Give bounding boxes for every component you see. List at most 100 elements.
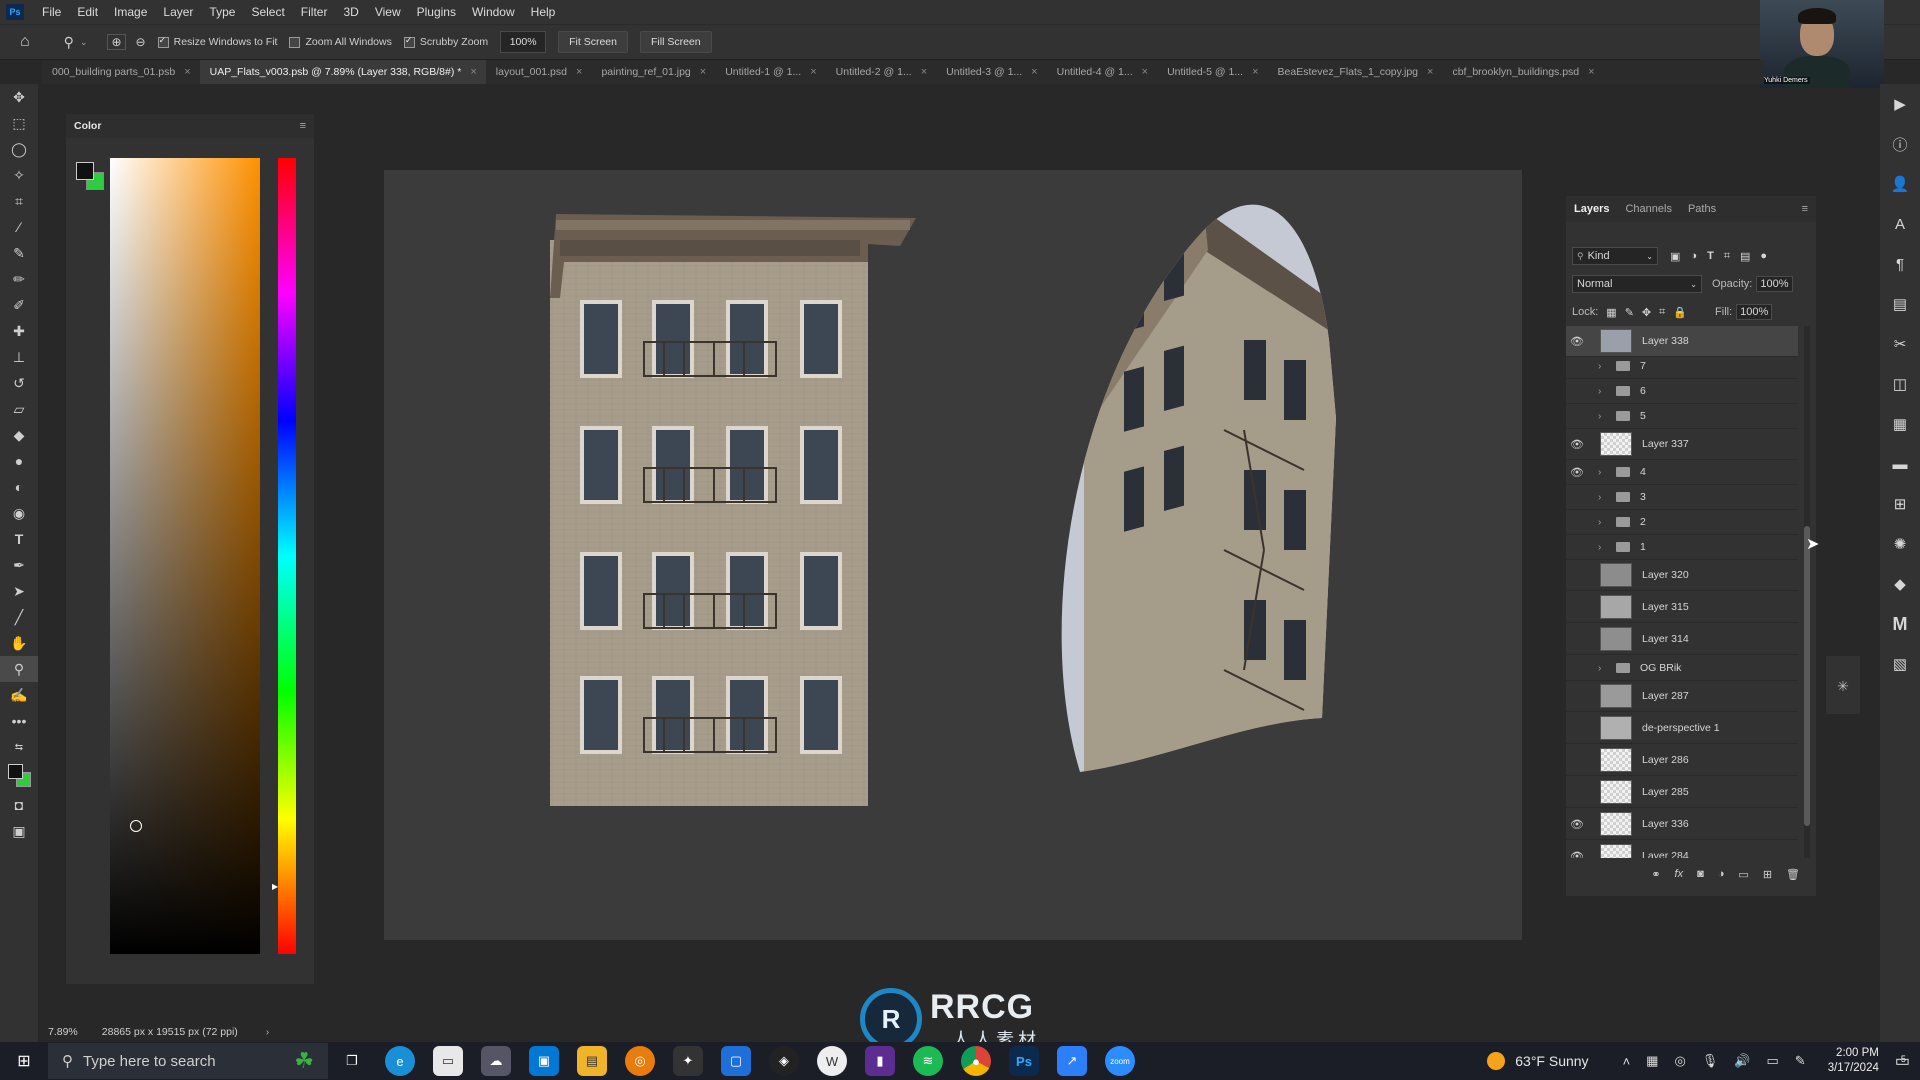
zoom-level[interactable]: 7.89% xyxy=(48,1026,78,1038)
network-icon[interactable]: ▭ xyxy=(1767,1053,1779,1069)
screen-mode-icon[interactable]: ▣ xyxy=(0,818,38,844)
filter-shape-icon[interactable]: ⌗ xyxy=(1724,250,1730,263)
link-layers-icon[interactable]: ⚭ xyxy=(1651,868,1660,881)
chevron-right-icon[interactable]: › xyxy=(1598,663,1612,674)
table-icon[interactable]: ⊞ xyxy=(1880,484,1920,524)
group-row[interactable]: › 3 xyxy=(1566,485,1798,510)
chevron-right-icon[interactable]: › xyxy=(1598,411,1612,422)
lock-transparency-icon[interactable]: ▦ xyxy=(1606,306,1616,319)
layer-row[interactable]: Layer 285 xyxy=(1566,777,1798,808)
menu-filter[interactable]: Filter xyxy=(293,5,336,19)
close-icon[interactable]: × xyxy=(1031,66,1037,78)
tab-doc-7[interactable]: Untitled-4 @ 1... × xyxy=(1047,60,1157,84)
layer-row[interactable]: 👁 Layer 337 xyxy=(1566,429,1798,460)
panel-menu-icon[interactable]: ≡ xyxy=(1802,203,1808,215)
filter-pixel-icon[interactable]: ▣ xyxy=(1670,250,1680,263)
group-row[interactable]: › 7 xyxy=(1566,354,1798,379)
zoom-in-icon[interactable]: ⊕ xyxy=(107,34,126,50)
canvas-artboard[interactable] xyxy=(384,170,1522,940)
chevron-right-icon[interactable]: › xyxy=(1598,467,1612,478)
color-sampler-icon[interactable]: ✍ xyxy=(0,682,38,708)
purple-app-icon[interactable]: ▮ xyxy=(865,1046,895,1076)
swap-colors-icon[interactable]: ⇆ xyxy=(0,734,38,760)
kind-filter-select[interactable]: ⚲ Kind ⌄ xyxy=(1572,247,1658,265)
chevron-down-icon[interactable]: ⌄ xyxy=(80,37,88,48)
group-row[interactable]: › 6 xyxy=(1566,379,1798,404)
app-w-icon[interactable]: W xyxy=(817,1046,847,1076)
saturation-value-field[interactable] xyxy=(110,158,260,954)
menu-view[interactable]: View xyxy=(367,5,409,19)
tools-icon[interactable]: ✂ xyxy=(1880,324,1920,364)
layer-row[interactable]: Layer 314 xyxy=(1566,624,1798,655)
brightness-icon[interactable]: ✳ xyxy=(1826,678,1860,695)
brush-tool-icon[interactable]: ✎ xyxy=(0,240,38,266)
edge-icon[interactable]: e xyxy=(385,1046,415,1076)
close-icon[interactable]: × xyxy=(576,66,582,78)
microphone-icon[interactable]: 🎙 xyxy=(1702,1053,1719,1069)
type-tool-icon[interactable]: T xyxy=(0,526,38,552)
image-icon[interactable]: ▧ xyxy=(1880,644,1920,684)
visibility-eye-icon[interactable]: 👁 xyxy=(1566,850,1588,859)
blur-tool-icon[interactable]: ● xyxy=(0,448,38,474)
hue-slider[interactable] xyxy=(278,158,296,954)
path-selection-tool-icon[interactable]: ➤ xyxy=(0,578,38,604)
notepad-icon[interactable]: ▭ xyxy=(433,1046,463,1076)
zoom-tool-icon[interactable]: ⚲ xyxy=(64,34,74,51)
visibility-eye-icon[interactable]: 👁 xyxy=(1566,335,1588,348)
lasso-tool-icon[interactable]: ◯ xyxy=(0,136,38,162)
chevron-right-icon[interactable]: › xyxy=(1598,542,1612,553)
store-icon[interactable]: ▣ xyxy=(529,1046,559,1076)
zoom-tool-icon[interactable]: ⚲ xyxy=(0,656,38,682)
menu-3d[interactable]: 3D xyxy=(335,5,366,19)
filter-toggle-icon[interactable]: ● xyxy=(1760,250,1767,262)
close-icon[interactable]: × xyxy=(1252,66,1258,78)
layer-row[interactable]: Layer 286 xyxy=(1566,745,1798,776)
close-icon[interactable]: × xyxy=(700,66,706,78)
close-icon[interactable]: × xyxy=(810,66,816,78)
notes-icon[interactable]: ▤ xyxy=(1880,284,1920,324)
filter-adjustment-icon[interactable]: ◑ xyxy=(1690,250,1697,262)
blend-mode-select[interactable]: Normal ⌄ xyxy=(1572,275,1702,293)
scrollbar-thumb[interactable] xyxy=(1804,526,1810,826)
tray-app-icon[interactable]: ▦ xyxy=(1646,1053,1658,1069)
app-arrow-icon[interactable]: ↗ xyxy=(1057,1046,1087,1076)
add-mask-icon[interactable]: ◙ xyxy=(1697,868,1704,880)
layer-row[interactable]: Layer 315 xyxy=(1566,592,1798,623)
menu-layer[interactable]: Layer xyxy=(155,5,201,19)
chevron-right-icon[interactable]: › xyxy=(1598,492,1612,503)
tab-channels[interactable]: Channels xyxy=(1625,203,1671,215)
notifications-button[interactable]: ▭ 5 xyxy=(1895,1051,1910,1071)
magic-wand-tool-icon[interactable]: ✧ xyxy=(0,162,38,188)
quick-mask-icon[interactable]: ◘ xyxy=(0,792,38,818)
fill-field[interactable]: 100% xyxy=(1736,304,1773,320)
eyedropper-tool-icon[interactable]: ⁄ xyxy=(0,214,38,240)
tray-sync-icon[interactable]: ◎ xyxy=(1674,1053,1685,1069)
tab-doc-6[interactable]: Untitled-3 @ 1... × xyxy=(936,60,1046,84)
home-icon[interactable]: ⌂ xyxy=(20,33,30,51)
group-row[interactable]: › 1 xyxy=(1566,535,1798,560)
settings-icon[interactable]: ✺ xyxy=(1880,524,1920,564)
color-picker-marker[interactable] xyxy=(130,820,142,832)
taskbar-search-box[interactable]: ⚲ Type here to search ☘ xyxy=(48,1043,328,1079)
close-icon[interactable]: × xyxy=(1427,66,1433,78)
mixer-brush-tool-icon[interactable]: ✐ xyxy=(0,292,38,318)
layer-row[interactable]: Layer 320 xyxy=(1566,560,1798,591)
filter-smart-object-icon[interactable]: ▤ xyxy=(1740,250,1750,263)
opacity-field[interactable]: 100% xyxy=(1756,276,1793,292)
user-icon[interactable]: 👤 xyxy=(1880,164,1920,204)
tab-doc-9[interactable]: BeaEstevez_Flats_1_copy.jpg × xyxy=(1268,60,1443,84)
spotify-icon[interactable]: ≋ xyxy=(913,1046,943,1076)
new-group-icon[interactable]: ▭ xyxy=(1738,868,1748,881)
menu-type[interactable]: Type xyxy=(201,5,243,19)
clone-stamp-tool-icon[interactable]: ⊥ xyxy=(0,344,38,370)
visibility-eye-icon[interactable]: 👁 xyxy=(1566,466,1588,479)
hue-slider-handle-icon[interactable]: ▶ xyxy=(272,882,278,891)
foreground-swatch[interactable] xyxy=(76,162,94,180)
lock-all-icon[interactable]: 🔒 xyxy=(1673,306,1687,319)
menu-image[interactable]: Image xyxy=(106,5,155,19)
marquee-tool-icon[interactable]: ⬚ xyxy=(0,110,38,136)
photoshop-taskbar-icon[interactable]: Ps xyxy=(1009,1046,1039,1076)
delete-layer-icon[interactable]: 🗑 xyxy=(1786,868,1800,881)
menu-help[interactable]: Help xyxy=(523,5,564,19)
close-icon[interactable]: × xyxy=(184,66,190,78)
